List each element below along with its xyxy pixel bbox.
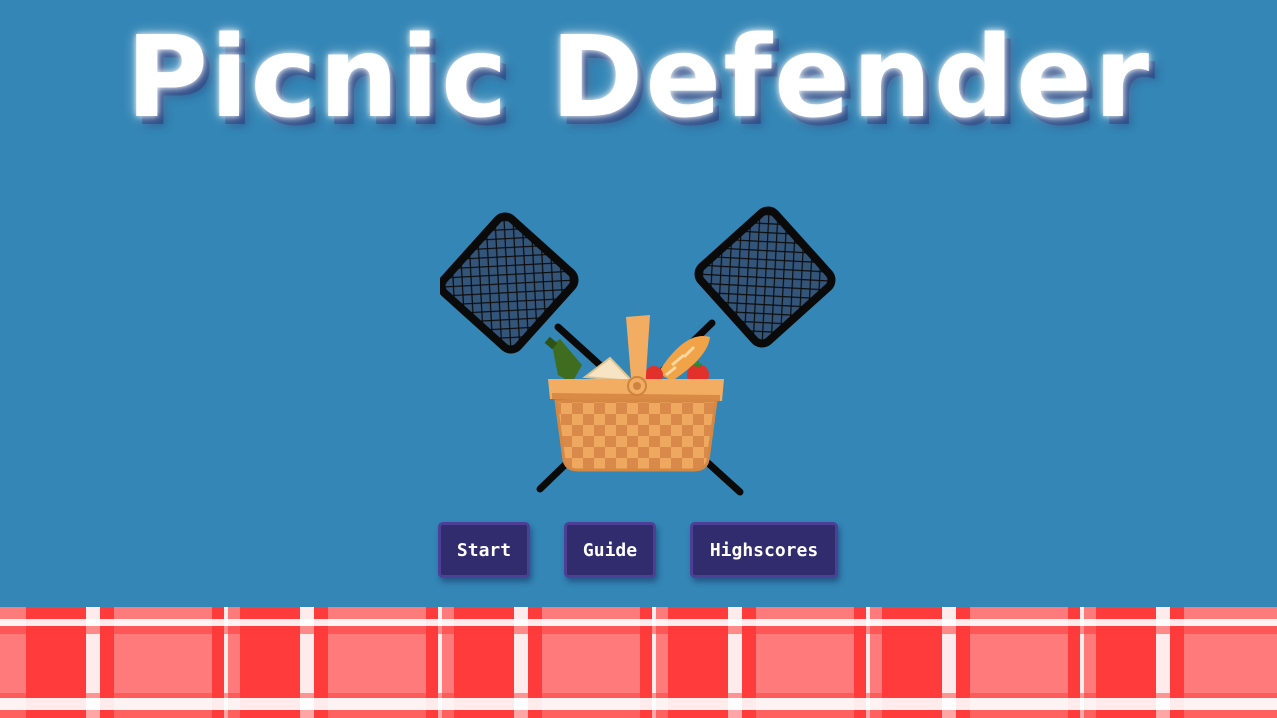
- tablecloth-border: [0, 607, 1277, 718]
- highscores-button[interactable]: Highscores: [690, 522, 838, 578]
- main-menu: Start Guide Highscores: [0, 522, 1277, 582]
- guide-button[interactable]: Guide: [564, 522, 656, 578]
- start-button[interactable]: Start: [438, 522, 530, 578]
- game-title: Picnic Defender: [125, 13, 1152, 143]
- title-screen: Picnic Defender Start Guide Highscores: [0, 0, 1277, 718]
- title-artwork: [440, 206, 836, 496]
